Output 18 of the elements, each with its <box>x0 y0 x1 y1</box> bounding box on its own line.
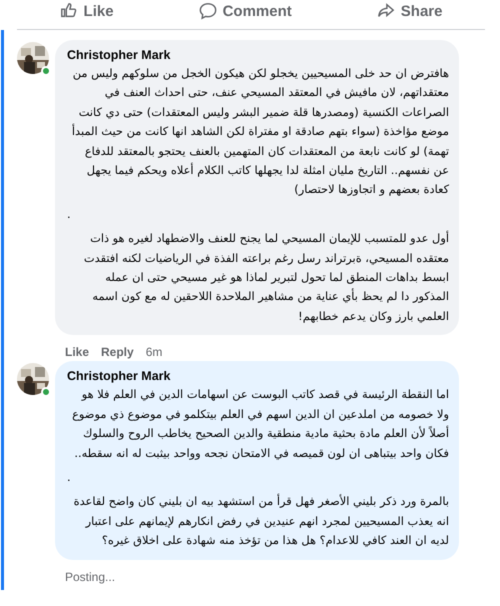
author-name[interactable]: Christopher Mark <box>67 47 449 64</box>
comment-text: بالمرة ورد ذكر بليني الأصغر فهل قرأ من استشهد بيه ان بليني كان واضح لقاعدة انه يعذب المسيحيين لمجرد انهم عنيدين في رفض انكارهم لإيمانهم على اعتبار لديه ان العند كافي للاعدام؟ هل هذا من تؤخذ منه شهادة على اخلاق غيره؟ <box>72 492 449 550</box>
comment-text: أول عدو للمتسبب للإيمان المسيحي لما يجنح للعنف والاضطهاد لغيره هو ذات معتقده المسيحي، ةبرتراند رسل رغم براعته الفذة في الرياضيات لكنه افتقدت ابسط بداهات المنطق لما تحول لتبرير لماذا هو غير مسيحي حتى ان عمله المذكور دا لم يحظ بأي عناية من مشاهير الملاحدة اللاحقين له مع كون اسمه العلمي بارز وكان يدعم خطابهم! <box>82 230 449 325</box>
action-link[interactable]: Like <box>65 343 90 362</box>
like-button[interactable]: Like <box>60 2 114 20</box>
share-button[interactable]: Share <box>376 2 442 20</box>
comment-text: . <box>67 206 72 223</box>
comment-text: . <box>67 468 72 486</box>
posting-status: Posting... <box>65 568 116 586</box>
author-name[interactable]: Christopher Mark <box>67 368 449 386</box>
comment-text: هافترض ان حد خلى المسيحيين يخجلو لكن هيكون الخجل من سلوكهم وليس من معتقداتهم، لان مافيش في المعتقد المسيحي عنف، حتى احداث العنف في الصراعات الكنسية (ومصدرها قلة ضمير البشر وليس المعتقدات) حتى دي كانت موضع مؤاخذة (سواء بتهم صادقة او مفتراة لكن الشاهد انها كانت من حيث المبدأ تهمة) لو كانت نابعة من المعتقدات كان المتهمين بالعنف يحتجو بالمعتقد للدفاع عن نفسهم.. التاريخ مليان امثلة لدا يجهلها كاتب الكلام أعلاه ويحكم فيما يجهل كعادة بعضهم و اتجاوزها لاحتصار) <box>70 65 449 198</box>
thumbs-up-icon <box>60 2 78 20</box>
speech-bubble-icon <box>198 2 217 20</box>
action-link[interactable]: Reply <box>101 343 134 362</box>
share-arrow-icon <box>376 2 395 20</box>
comment-time: 6m <box>146 344 162 362</box>
comment-text: اما النقطة الرئيسة في قصد كاتب البوست عن اسهامات الدين في العلم فلا هو ولا خصومه من املدعين ان الدين اسهم في العلم بيتكلمو في موضوع ذي موضوع أصلاً لأن العلم مادة بحثية مادية منطقية والدين الصحيح يخاطب الروح والسلوك فكان واحد بيتباهى ان لون قميصه في الامتحان نجحه وواحد بيثبت له انه سقطه.. <box>71 386 449 462</box>
comment-button[interactable]: Comment <box>198 2 292 20</box>
